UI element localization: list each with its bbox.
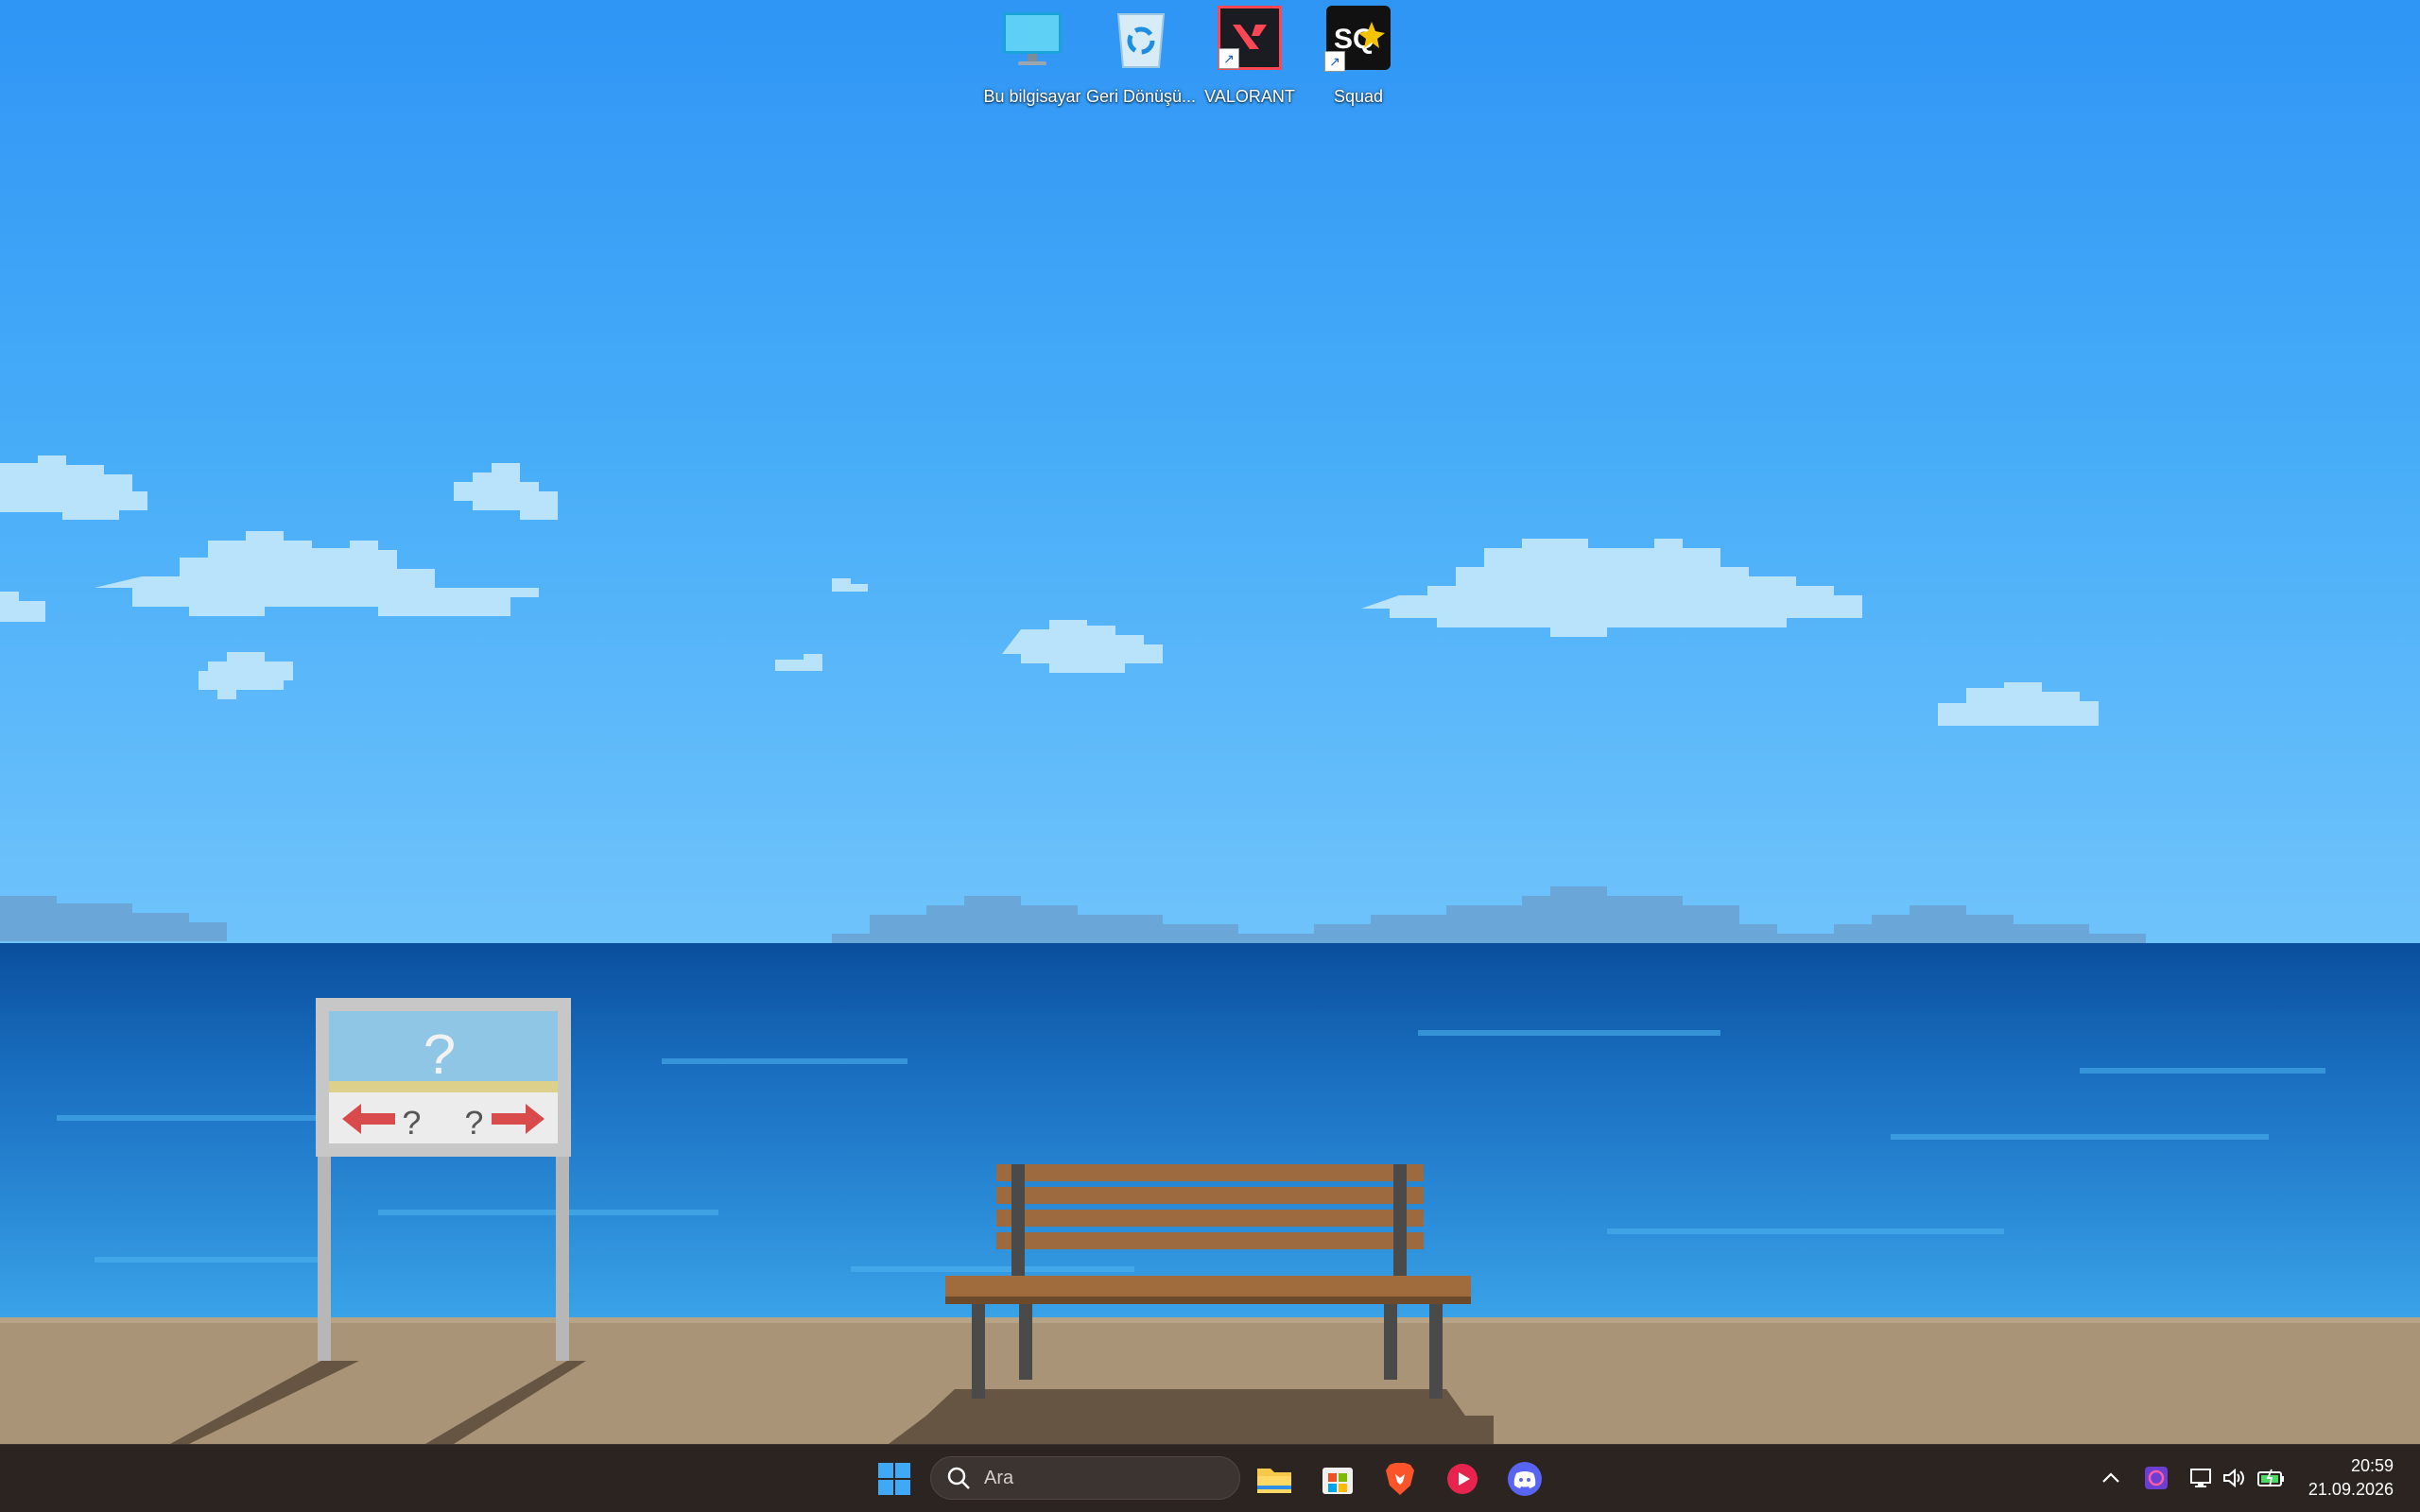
shortcut-arrow-icon: ↗ [1219, 48, 1239, 69]
desktop-icon-label: Squad [1333, 87, 1384, 106]
sign-right-question: ? [464, 1106, 485, 1144]
clouds [0, 455, 2099, 726]
network-button[interactable] [2186, 1462, 2218, 1494]
volume-button[interactable] [2218, 1462, 2250, 1494]
microsoft-store-icon [1322, 1468, 1353, 1494]
desktop-icon-label: VALORANT [1204, 87, 1295, 106]
speaker-icon [2223, 1468, 2244, 1488]
file-explorer-button[interactable] [1253, 1458, 1295, 1500]
start-button[interactable] [873, 1458, 915, 1500]
clock[interactable]: 20:59 21.09.2026 [2308, 1454, 2394, 1502]
discord-button[interactable] [1504, 1458, 1546, 1500]
recycle-bin-icon [1109, 6, 1173, 70]
network-icon [2190, 1469, 2211, 1487]
battery-charging-icon [2257, 1469, 2284, 1487]
sign-left-question: ? [402, 1106, 423, 1144]
clock-time: 20:59 [2350, 1456, 2394, 1475]
tray-app-button[interactable] [2140, 1462, 2172, 1494]
sign-question-mark: ? [423, 1024, 458, 1091]
show-hidden-icons-button[interactable] [2095, 1462, 2127, 1494]
valorant-icon: ↗ [1218, 6, 1282, 70]
desktop-icon-this-pc[interactable]: Bu bilgisayar [980, 6, 1084, 108]
wallpaper: ? ? ? [0, 455, 2420, 1444]
desktop-icon-label: Geri Dönüşü... [1085, 87, 1197, 106]
shortcut-arrow-icon: ↗ [1324, 51, 1345, 72]
search-icon [947, 1467, 970, 1489]
desktop[interactable]: ? ? ? Bu bilgisayar Geri Dönüşü... ↗ VAL… [0, 0, 2420, 1444]
search-placeholder: Ara [984, 1467, 1014, 1488]
brave-browser-icon [1386, 1463, 1414, 1495]
search-box[interactable]: Ara [930, 1456, 1240, 1500]
desktop-icon-label: Bu bilgisayar [983, 87, 1081, 106]
file-explorer-icon [1257, 1469, 1291, 1493]
discord-icon [1508, 1462, 1542, 1496]
start-icon [878, 1463, 910, 1495]
desktop-icon-recycle-bin[interactable]: Geri Dönüşü... [1086, 6, 1196, 108]
battery-button[interactable] [2256, 1462, 2288, 1494]
desktop-icon-squad[interactable]: SQ ↗ Squad [1306, 6, 1410, 108]
clock-date: 21.09.2026 [2308, 1480, 2394, 1499]
tray-app-icon [2145, 1467, 2168, 1489]
chevron-up-icon [2102, 1472, 2119, 1483]
media-player-icon [1447, 1464, 1478, 1494]
taskbar: Ara 20:59 21.09.2026 [0, 1444, 2420, 1512]
brave-browser-button[interactable] [1379, 1458, 1421, 1500]
desktop-icon-valorant[interactable]: ↗ VALORANT [1198, 6, 1302, 108]
media-player-button[interactable] [1442, 1458, 1483, 1500]
microsoft-store-button[interactable] [1317, 1458, 1358, 1500]
squad-icon: SQ ↗ [1324, 6, 1391, 72]
computer-icon [1000, 6, 1064, 70]
